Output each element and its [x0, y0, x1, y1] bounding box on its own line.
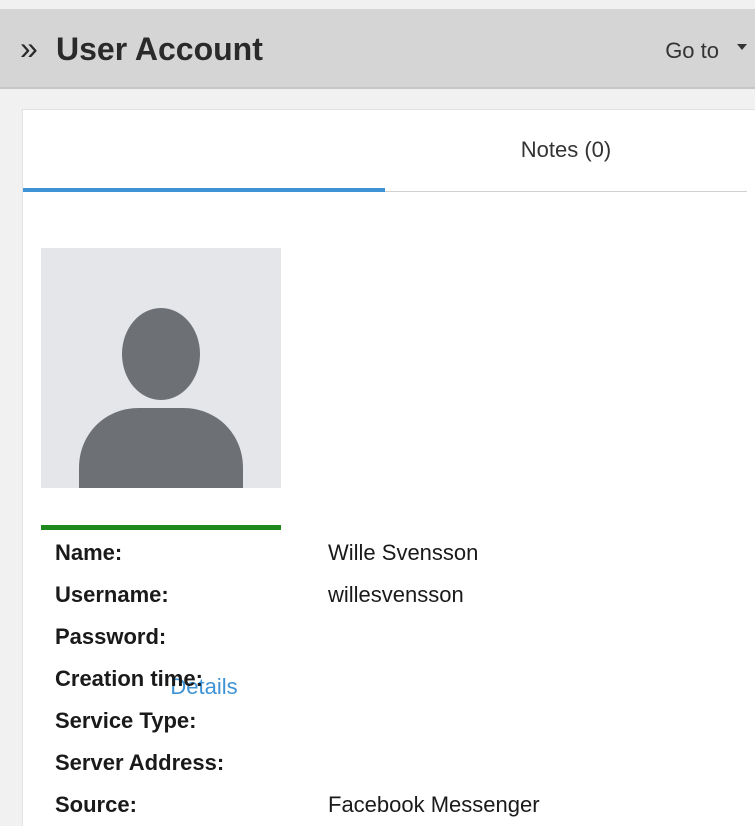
- detail-value: Facebook Messenger: [328, 792, 540, 817]
- details-table: Name: Wille Svensson Username: willesven…: [55, 537, 735, 831]
- active-tab-indicator: [23, 188, 385, 192]
- detail-label: Creation time:: [55, 666, 203, 691]
- detail-value: Wille Svensson: [328, 540, 479, 565]
- user-placeholder-icon: [79, 308, 243, 488]
- detail-label: Source:: [55, 792, 137, 817]
- tab-divider: [385, 191, 747, 192]
- tab-notes[interactable]: Notes (0): [385, 110, 747, 190]
- detail-label: Server Address:: [55, 750, 225, 775]
- avatar: [41, 248, 281, 488]
- detail-row-server-address: Server Address:: [55, 747, 735, 789]
- tab-bar: Details Notes (0): [23, 110, 755, 699]
- detail-row-name: Name: Wille Svensson: [55, 537, 735, 579]
- detail-row-password: Password:: [55, 621, 735, 663]
- detail-row-source: Source: Facebook Messenger: [55, 789, 735, 831]
- caret-down-icon[interactable]: [737, 44, 747, 50]
- top-strip: [0, 0, 755, 9]
- detail-row-service-type: Service Type:: [55, 705, 735, 747]
- detail-label: Password:: [55, 624, 167, 649]
- detail-label: Username:: [55, 582, 169, 607]
- page-header: » User Account Go to: [0, 9, 755, 89]
- left-padding: [0, 89, 22, 826]
- page-title: User Account: [56, 31, 263, 67]
- detail-label: Service Type:: [55, 708, 197, 733]
- double-chevron-right-icon[interactable]: »: [20, 28, 38, 68]
- detail-row-username: Username: willesvensson: [55, 579, 735, 621]
- detail-row-creation-time: Creation time:: [55, 663, 735, 705]
- avatar-status-bar: [41, 525, 281, 530]
- top-padding: [22, 89, 755, 109]
- detail-label: Name:: [55, 540, 123, 565]
- goto-dropdown[interactable]: Go to: [665, 37, 719, 65]
- detail-value: willesvensson: [328, 582, 464, 607]
